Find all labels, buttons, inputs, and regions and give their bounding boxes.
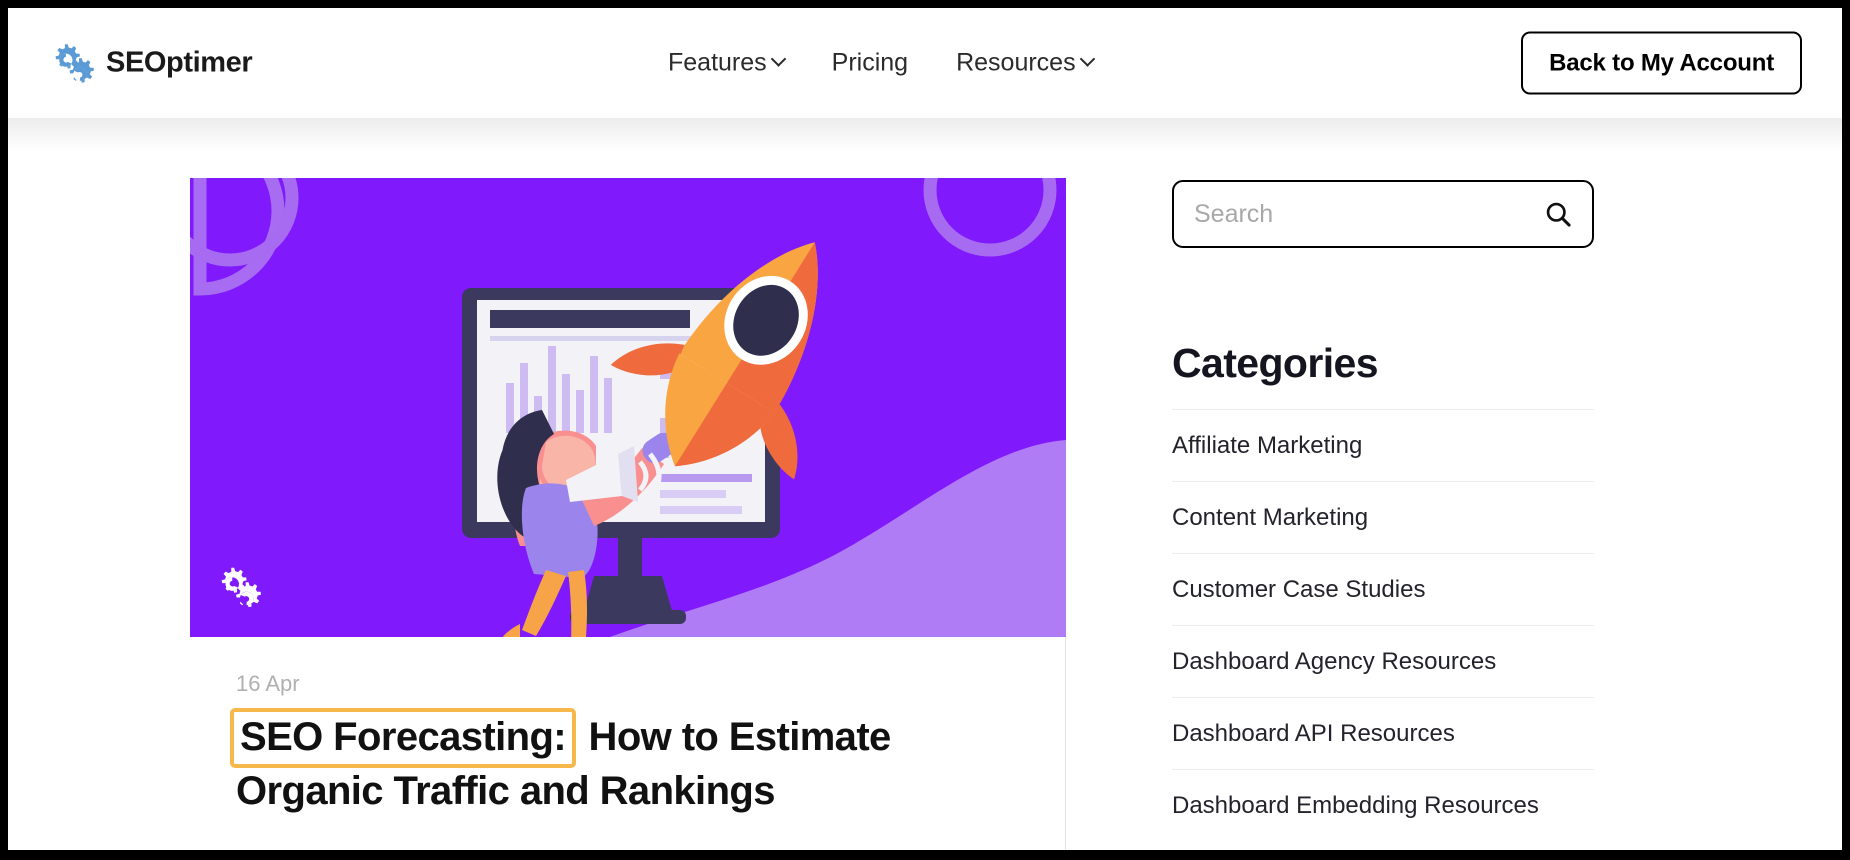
nav-label-pricing: Pricing — [831, 48, 909, 77]
nav-item-features[interactable]: Features — [668, 48, 786, 78]
site-logo[interactable]: SEOptimer — [48, 40, 253, 87]
search-icon[interactable] — [1544, 200, 1572, 228]
nav-item-pricing[interactable]: Pricing — [832, 49, 908, 78]
category-item-content-marketing[interactable]: Content Marketing — [1172, 481, 1594, 553]
categories-heading: Categories — [1172, 340, 1379, 386]
category-item-customer-case-studies[interactable]: Customer Case Studies — [1172, 553, 1594, 625]
browser-screen: SEOptimer Features Pricing Resources Bac… — [0, 0, 1850, 860]
main-navigation: Features Pricing Resources — [668, 48, 1095, 78]
article-date: 16 Apr — [236, 671, 300, 696]
search-input[interactable] — [1194, 199, 1544, 229]
gears-logo-icon — [221, 567, 262, 608]
content-wrapper: 16 Apr SEO Forecasting: How to Estimate … — [190, 178, 1660, 850]
nav-label-features: Features — [668, 48, 767, 77]
title-highlight-box: SEO Forecasting: — [230, 708, 577, 769]
gears-logo-icon — [55, 44, 95, 83]
sidebar: Categories Affiliate Marketing Content M… — [1066, 178, 1660, 841]
search-box[interactable] — [1172, 180, 1594, 248]
category-item-dashboard-embedding-resources[interactable]: Dashboard Embedding Resources — [1172, 769, 1594, 841]
nav-label-resources: Resources — [956, 48, 1076, 77]
chevron-down-icon — [1079, 51, 1095, 67]
page-body: 16 Apr SEO Forecasting: How to Estimate … — [8, 118, 1842, 850]
category-list: Affiliate Marketing Content Marketing Cu… — [1172, 409, 1594, 841]
page-viewport: SEOptimer Features Pricing Resources Bac… — [8, 8, 1842, 850]
article-title[interactable]: SEO Forecasting: How to Estimate Organic… — [190, 708, 1020, 815]
category-item-affiliate-marketing[interactable]: Affiliate Marketing — [1172, 409, 1594, 481]
article-hero-image — [190, 178, 1066, 637]
back-to-my-account-button[interactable]: Back to My Account — [1521, 31, 1802, 95]
article-card[interactable]: 16 Apr SEO Forecasting: How to Estimate … — [190, 178, 1066, 850]
site-header: SEOptimer Features Pricing Resources Bac… — [8, 8, 1842, 118]
category-item-dashboard-api-resources[interactable]: Dashboard API Resources — [1172, 697, 1594, 769]
rocket-and-monitor-illustration — [190, 178, 1066, 637]
nav-item-resources[interactable]: Resources — [956, 48, 1095, 78]
category-item-dashboard-agency-resources[interactable]: Dashboard Agency Resources — [1172, 625, 1594, 697]
logo-wordmark: SEOptimer — [106, 46, 253, 79]
chevron-down-icon — [770, 51, 786, 67]
